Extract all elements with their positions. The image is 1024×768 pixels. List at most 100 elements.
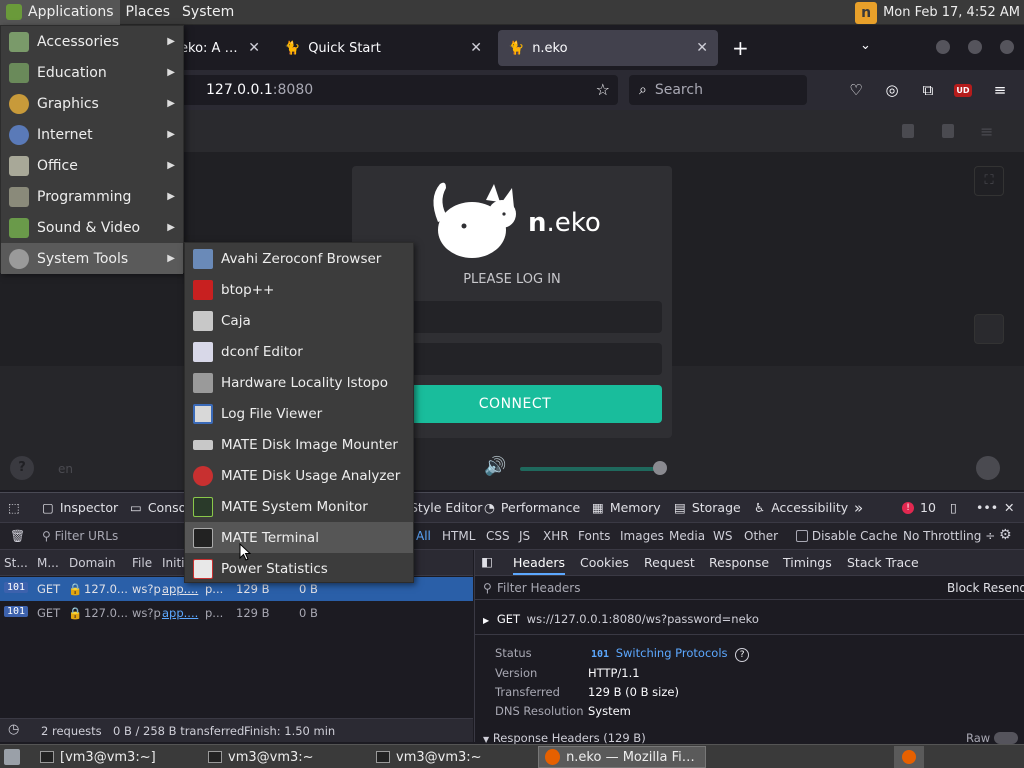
- clear-trash-icon[interactable]: 🗑: [10, 529, 25, 543]
- applications-menu-button[interactable]: Applications: [0, 0, 120, 25]
- tab-storage[interactable]: ▤ Storage: [674, 493, 741, 522]
- menu-item-disk-usage[interactable]: MATE Disk Usage Analyzer: [185, 460, 413, 491]
- tab-request[interactable]: Request: [644, 555, 695, 570]
- filter-headers-input[interactable]: ⚲ Filter Headers Block Resend: [475, 576, 1024, 600]
- help-icon[interactable]: ?: [735, 648, 750, 662]
- filter-images[interactable]: Images: [620, 529, 664, 543]
- tab-style-editor[interactable]: Style Editor: [410, 493, 482, 522]
- pocket-icon[interactable]: ♡: [846, 80, 866, 100]
- volume-slider[interactable]: [520, 467, 662, 471]
- tab-accessibility[interactable]: ♿ Accessibility: [754, 493, 848, 522]
- menu-item-internet[interactable]: Internet ▶: [1, 119, 183, 150]
- menu-item-lstopo[interactable]: Hardware Locality lstopo: [185, 367, 413, 398]
- panel-clock[interactable]: Mon Feb 17, 4:52 AM: [883, 5, 1020, 20]
- filter-ws[interactable]: WS: [713, 529, 732, 543]
- filter-fonts[interactable]: Fonts: [578, 529, 610, 543]
- menu-item-power-statistics[interactable]: Power Statistics: [185, 553, 413, 584]
- request-line[interactable]: ▶ GET ws://127.0.0.1:8080/ws?password=ne…: [483, 612, 759, 626]
- show-desktop-icon[interactable]: [4, 749, 20, 765]
- hamburger-menu-icon[interactable]: ≡: [990, 80, 1010, 100]
- filter-js[interactable]: JS: [519, 529, 530, 543]
- block-button[interactable]: Block: [947, 581, 979, 595]
- menu-item-graphics[interactable]: Graphics ▶: [1, 88, 183, 119]
- neko-tray-icon[interactable]: n: [855, 1, 878, 24]
- tab-performance[interactable]: ◔ Performance: [484, 493, 580, 522]
- system-menu-button[interactable]: System: [176, 0, 240, 25]
- tab-cookies[interactable]: Cookies: [580, 555, 629, 570]
- close-icon[interactable]: ✕: [470, 40, 482, 56]
- raw-toggle[interactable]: Raw: [966, 731, 1018, 745]
- tab-inspector[interactable]: ▢ Inspector: [42, 493, 118, 522]
- search-input[interactable]: ⌕ Search: [629, 75, 807, 105]
- tab-response[interactable]: Response: [709, 555, 769, 570]
- window-close-icon[interactable]: [1000, 40, 1014, 54]
- col-file[interactable]: File: [132, 556, 152, 570]
- extensions-icon[interactable]: ⧉: [918, 80, 938, 100]
- menu-item-caja[interactable]: Caja: [185, 305, 413, 336]
- element-picker-icon[interactable]: ⬚: [8, 493, 20, 522]
- minimize-icon[interactable]: [936, 40, 950, 54]
- taskbar-item-terminal-1[interactable]: [vm3@vm3:~]: [34, 746, 162, 768]
- devtools-close-icon[interactable]: ✕: [1004, 493, 1014, 522]
- volume-icon[interactable]: 🔊: [484, 456, 506, 477]
- dock-side-icon[interactable]: ▯: [950, 493, 957, 522]
- menu-item-office[interactable]: Office ▶: [1, 150, 183, 181]
- workspace-switcher[interactable]: [894, 746, 924, 768]
- places-menu-button[interactable]: Places: [120, 0, 177, 25]
- close-icon[interactable]: ✕: [248, 40, 260, 56]
- menu-item-education[interactable]: Education ▶: [1, 57, 183, 88]
- performance-analysis-icon[interactable]: ◷: [8, 722, 19, 737]
- close-icon[interactable]: ✕: [696, 40, 708, 56]
- menu-item-accessories[interactable]: Accessories ▶: [1, 26, 183, 57]
- lock-icon[interactable]: [942, 124, 954, 138]
- menu-item-disk-image-mounter[interactable]: MATE Disk Image Mounter: [185, 429, 413, 460]
- taskbar-item-firefox[interactable]: n.eko — Mozilla Fire...: [538, 746, 706, 768]
- trash-icon[interactable]: [902, 124, 914, 138]
- filter-xhr[interactable]: XHR: [543, 529, 569, 543]
- new-tab-icon[interactable]: +: [732, 36, 749, 60]
- emoji-icon[interactable]: [976, 456, 1000, 480]
- more-tabs-chevron-icon[interactable]: »: [854, 493, 863, 522]
- maximize-icon[interactable]: [968, 40, 982, 54]
- menu-item-system-monitor[interactable]: MATE System Monitor: [185, 491, 413, 522]
- response-headers-toggle[interactable]: ▼ Response Headers (129 B): [483, 731, 646, 745]
- col-status[interactable]: St...: [4, 556, 28, 570]
- account-icon[interactable]: ◎: [882, 80, 902, 100]
- help-icon[interactable]: ?: [10, 456, 34, 480]
- throttling-select[interactable]: No Throttling ÷: [903, 529, 995, 543]
- tab-neko[interactable]: 🐈 n.eko ✕: [498, 30, 718, 66]
- error-count[interactable]: ! 10: [902, 493, 936, 522]
- tab-headers[interactable]: Headers: [513, 555, 566, 575]
- list-tabs-chevron-down-icon[interactable]: ⌄: [860, 38, 871, 53]
- volume-slider-handle[interactable]: [653, 461, 667, 475]
- tab-quick-start[interactable]: 🐈 Quick Start ✕: [274, 30, 492, 66]
- tab-memory[interactable]: ▦ Memory: [592, 493, 661, 522]
- menu-item-sound-video[interactable]: Sound & Video ▶: [1, 212, 183, 243]
- disable-cache-checkbox[interactable]: Disable Cache: [796, 529, 897, 543]
- bookmark-star-icon[interactable]: ☆: [596, 80, 610, 99]
- ublock-icon[interactable]: UD: [953, 80, 973, 100]
- col-method[interactable]: M...: [37, 556, 59, 570]
- col-domain[interactable]: Domain: [69, 556, 116, 570]
- clipboard-icon[interactable]: [974, 314, 1004, 344]
- menu-item-system-tools[interactable]: System Tools ▶: [1, 243, 183, 274]
- taskbar-item-terminal-2[interactable]: vm3@vm3:~: [202, 746, 320, 768]
- filter-html[interactable]: HTML: [442, 529, 475, 543]
- tab-timings[interactable]: Timings: [783, 555, 832, 570]
- settings-gear-icon[interactable]: ⚙: [999, 527, 1012, 543]
- sidebar-toggle-icon[interactable]: ◧: [481, 554, 493, 569]
- language-selector[interactable]: en: [58, 462, 73, 476]
- menu-item-mate-terminal[interactable]: MATE Terminal: [185, 522, 413, 553]
- menu-icon[interactable]: ≡: [980, 122, 993, 141]
- table-row[interactable]: 101 GET 🔒 127.0... ws?p app.... p... 129…: [0, 601, 473, 625]
- url-bar[interactable]: 127.0.0.1:8080 ☆: [178, 75, 618, 105]
- menu-item-dconf-editor[interactable]: dconf Editor: [185, 336, 413, 367]
- tab-stack-trace[interactable]: Stack Trace: [847, 555, 919, 570]
- filter-media[interactable]: Media: [669, 529, 705, 543]
- filter-urls-input[interactable]: ⚲ Filter URLs: [42, 529, 118, 543]
- menu-item-programming[interactable]: Programming ▶: [1, 181, 183, 212]
- fullscreen-icon[interactable]: ⛶: [974, 166, 1004, 196]
- filter-other[interactable]: Other: [744, 529, 778, 543]
- tab-neko-self[interactable]: eko: A self ✕: [170, 30, 270, 66]
- resend-button[interactable]: Resend: [983, 581, 1024, 595]
